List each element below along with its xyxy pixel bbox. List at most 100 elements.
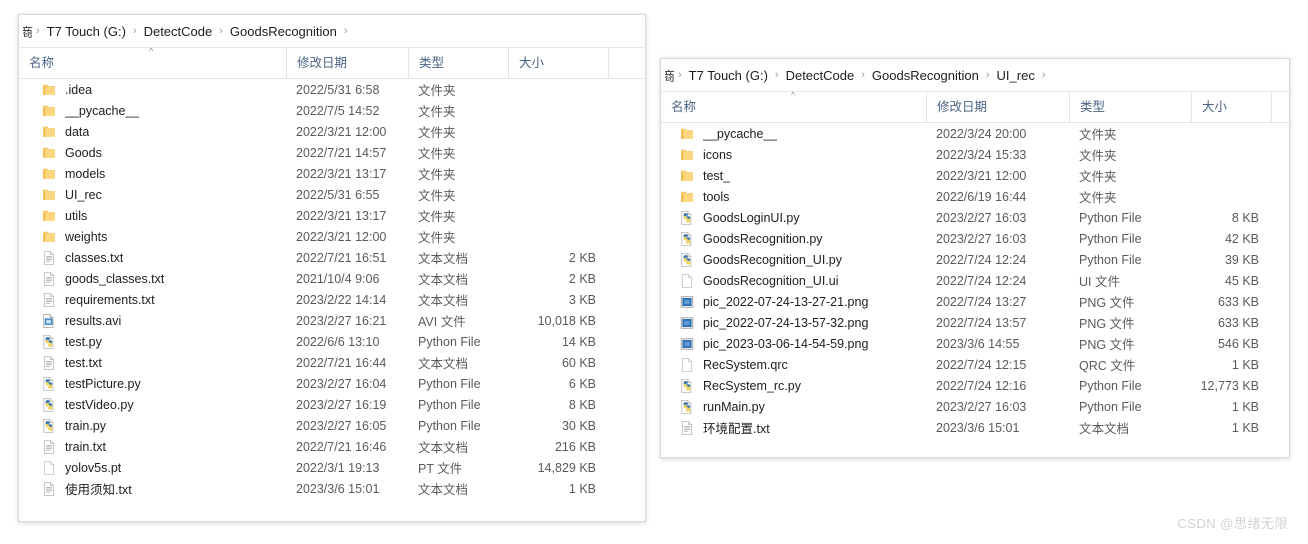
file-row[interactable]: GoodsRecognition_UI.py 2022/7/24 12:24 Pyt… <box>661 249 1289 270</box>
column-header-date[interactable]: 修改日期 <box>926 92 1069 122</box>
file-row-name-cell[interactable]: test_ <box>661 168 926 184</box>
file-row-name-cell[interactable]: GoodsRecognition_UI.ui <box>661 273 926 289</box>
file-row-name-cell[interactable]: 使用须知.txt <box>19 479 286 498</box>
file-row[interactable]: results.avi 2023/2/27 16:21 AVI 文件 10,018 K… <box>19 310 645 331</box>
file-row-name-cell[interactable]: test.py <box>19 334 286 350</box>
file-row-name-cell[interactable]: test.txt <box>19 355 286 371</box>
folder-icon <box>41 187 57 203</box>
file-row[interactable]: GoodsRecognition_UI.ui 2022/7/24 12:24 UI … <box>661 270 1289 291</box>
file-row-name-cell[interactable]: RecSystem.qrc <box>661 357 926 373</box>
file-list-right[interactable]: __pycache__ 2022/3/24 20:00 文件夹 icons 2022/3… <box>661 123 1289 438</box>
file-row[interactable]: tools 2022/6/19 16:44 文件夹 <box>661 186 1289 207</box>
file-name-label: RecSystem_rc.py <box>703 378 801 393</box>
file-row[interactable]: __pycache__ 2022/7/5 14:52 文件夹 <box>19 100 645 121</box>
breadcrumb-item-goodsrecognition[interactable]: GoodsRecognition <box>868 66 983 85</box>
file-row-name-cell[interactable]: pic_2022-07-24-13-57-32.png <box>661 315 926 331</box>
file-list-left[interactable]: .idea 2022/5/31 6:58 文件夹 __pycache__ 2022/7/… <box>19 79 645 499</box>
file-row[interactable]: RecSystem.qrc 2022/7/24 12:15 QRC 文件 1 KB <box>661 354 1289 375</box>
file-row-date-cell: 2022/7/24 12:15 <box>936 357 1027 372</box>
column-header-type[interactable]: 类型 <box>408 48 508 78</box>
column-header-name-label: 名称 <box>671 100 697 114</box>
file-row-date-cell: 2022/7/24 12:24 <box>936 273 1027 288</box>
file-row[interactable]: pic_2023-03-06-14-54-59.png 2023/3/6 14:5… <box>661 333 1289 354</box>
file-row-name-cell[interactable]: classes.txt <box>19 250 286 266</box>
file-row[interactable]: runMain.py 2023/2/27 16:03 Python File 1 KB <box>661 396 1289 417</box>
column-header-date[interactable]: 修改日期 <box>286 48 408 78</box>
file-row[interactable]: GoodsLoginUI.py 2023/2/27 16:03 Python Fil… <box>661 207 1289 228</box>
sort-ascending-caret-icon: ^ <box>149 48 154 56</box>
file-row-name-cell[interactable]: GoodsRecognition_UI.py <box>661 252 926 268</box>
file-row-name-cell[interactable]: .idea <box>19 82 286 98</box>
file-row[interactable]: RecSystem_rc.py 2022/7/24 12:16 Python Fil… <box>661 375 1289 396</box>
file-row[interactable]: weights 2022/3/21 12:00 文件夹 <box>19 226 645 247</box>
column-header-name[interactable]: ^ 名称 <box>19 48 286 78</box>
column-header-type[interactable]: 类型 <box>1069 92 1191 122</box>
file-row-name-cell[interactable]: UI_rec <box>19 187 286 203</box>
folder-icon <box>41 229 57 245</box>
file-row-name-cell[interactable]: testVideo.py <box>19 397 286 413</box>
file-row[interactable]: models 2022/3/21 13:17 文件夹 <box>19 163 645 184</box>
file-name-label: GoodsRecognition_UI.py <box>703 252 842 267</box>
breadcrumb-item-detectcode[interactable]: DetectCode <box>782 66 859 85</box>
file-row-name-cell[interactable]: utils <box>19 208 286 224</box>
column-header-name[interactable]: ^ 名称 <box>661 92 926 122</box>
breadcrumb-item-drive[interactable]: T7 Touch (G:) <box>43 22 130 41</box>
python-file-icon <box>679 231 695 247</box>
file-row[interactable]: testVideo.py 2023/2/27 16:19 Python File 8 … <box>19 394 645 415</box>
address-bar-left[interactable]: 商 › T7 Touch (G:) › DetectCode › GoodsRe… <box>19 15 645 48</box>
file-row[interactable]: pic_2022-07-24-13-27-21.png 2022/7/24 13:… <box>661 291 1289 312</box>
file-row-name-cell[interactable]: runMain.py <box>661 399 926 415</box>
file-row[interactable]: testPicture.py 2023/2/27 16:04 Python File… <box>19 373 645 394</box>
file-row-name-cell[interactable]: pic_2023-03-06-14-54-59.png <box>661 336 926 352</box>
file-row[interactable]: .idea 2022/5/31 6:58 文件夹 <box>19 79 645 100</box>
file-row[interactable]: 环境配置.txt 2023/3/6 15:01 文本文档 1 KB <box>661 417 1289 438</box>
file-row[interactable]: icons 2022/3/24 15:33 文件夹 <box>661 144 1289 165</box>
file-row-name-cell[interactable]: RecSystem_rc.py <box>661 378 926 394</box>
file-row[interactable]: goods_classes.txt 2021/10/4 9:06 文本文档 2 KB <box>19 268 645 289</box>
breadcrumb-item-detectcode[interactable]: DetectCode <box>140 22 217 41</box>
file-row[interactable]: test_ 2022/3/21 12:00 文件夹 <box>661 165 1289 186</box>
file-row-name-cell[interactable]: Goods <box>19 145 286 161</box>
file-row[interactable]: train.txt 2022/7/21 16:46 文本文档 216 KB <box>19 436 645 457</box>
file-row-name-cell[interactable]: tools <box>661 189 926 205</box>
file-row[interactable]: test.py 2022/6/6 13:10 Python File 14 KB <box>19 331 645 352</box>
file-row[interactable]: Goods 2022/7/21 14:57 文件夹 <box>19 142 645 163</box>
file-row-name-cell[interactable]: icons <box>661 147 926 163</box>
file-row-name-cell[interactable]: weights <box>19 229 286 245</box>
file-row-name-cell[interactable]: goods_classes.txt <box>19 271 286 287</box>
file-row-name-cell[interactable]: GoodsLoginUI.py <box>661 210 926 226</box>
file-row-name-cell[interactable]: __pycache__ <box>19 103 286 119</box>
file-row-name-cell[interactable]: models <box>19 166 286 182</box>
file-row[interactable]: yolov5s.pt 2022/3/1 19:13 PT 文件 14,829 KB <box>19 457 645 478</box>
breadcrumb-item-uirec[interactable]: UI_rec <box>993 66 1039 85</box>
file-row-type-cell: PNG 文件 <box>1079 296 1135 310</box>
file-row[interactable]: test.txt 2022/7/21 16:44 文本文档 60 KB <box>19 352 645 373</box>
file-row[interactable]: 使用须知.txt 2023/3/6 15:01 文本文档 1 KB <box>19 478 645 499</box>
file-row-name-cell[interactable]: pic_2022-07-24-13-27-21.png <box>661 294 926 310</box>
breadcrumb-item-goodsrecognition[interactable]: GoodsRecognition <box>226 22 341 41</box>
address-bar-right[interactable]: 商 › T7 Touch (G:) › DetectCode › GoodsRe… <box>661 59 1289 92</box>
file-row-name-cell[interactable]: __pycache__ <box>661 126 926 142</box>
file-row[interactable]: GoodsRecognition.py 2023/2/27 16:03 Python… <box>661 228 1289 249</box>
file-row-name-cell[interactable]: results.avi <box>19 313 286 329</box>
file-row-name-cell[interactable]: GoodsRecognition.py <box>661 231 926 247</box>
file-row-name-cell[interactable]: 环境配置.txt <box>661 418 926 437</box>
file-row-name-cell[interactable]: yolov5s.pt <box>19 460 286 476</box>
file-row[interactable]: data 2022/3/21 12:00 文件夹 <box>19 121 645 142</box>
file-row[interactable]: pic_2022-07-24-13-57-32.png 2022/7/24 13:… <box>661 312 1289 333</box>
file-row[interactable]: classes.txt 2022/7/21 16:51 文本文档 2 KB <box>19 247 645 268</box>
file-row[interactable]: UI_rec 2022/5/31 6:55 文件夹 <box>19 184 645 205</box>
file-row[interactable]: requirements.txt 2023/2/22 14:14 文本文档 3 KB <box>19 289 645 310</box>
file-row-name-cell[interactable]: testPicture.py <box>19 376 286 392</box>
file-row-date-cell: 2023/3/6 15:01 <box>296 481 380 496</box>
file-row[interactable]: train.py 2023/2/27 16:05 Python File 30 KB <box>19 415 645 436</box>
column-header-size[interactable]: 大小 <box>508 48 608 78</box>
file-row-name-cell[interactable]: data <box>19 124 286 140</box>
file-row-name-cell[interactable]: train.txt <box>19 439 286 455</box>
breadcrumb-item-drive[interactable]: T7 Touch (G:) <box>685 66 772 85</box>
file-row-name-cell[interactable]: train.py <box>19 418 286 434</box>
file-row-name-cell[interactable]: requirements.txt <box>19 292 286 308</box>
file-row[interactable]: __pycache__ 2022/3/24 20:00 文件夹 <box>661 123 1289 144</box>
column-header-size[interactable]: 大小 <box>1191 92 1271 122</box>
file-row[interactable]: utils 2022/3/21 13:17 文件夹 <box>19 205 645 226</box>
